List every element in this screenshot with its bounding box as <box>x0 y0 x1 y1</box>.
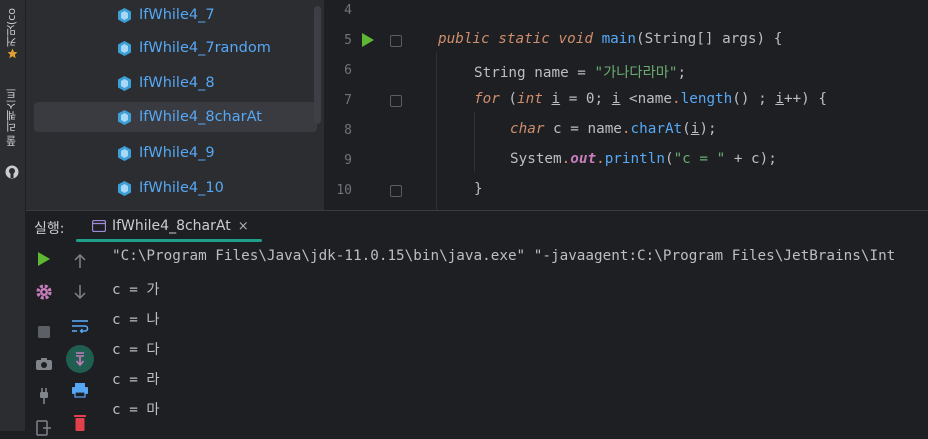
fold-marker-icon[interactable] <box>390 185 402 197</box>
java-class-icon <box>118 145 131 161</box>
github-icon <box>5 164 19 183</box>
scroll-to-end-button[interactable] <box>66 345 94 373</box>
code-line-6: String name = "가나다라마"; <box>474 65 687 81</box>
run-toolbar <box>26 243 100 436</box>
indent-guide <box>436 52 437 210</box>
project-tree: IfWhile4_7 IfWhile4_7random IfWhile4_8 I… <box>26 0 324 210</box>
fold-marker-icon[interactable] <box>390 95 402 107</box>
run-panel-header: 실행: IfWhile4_8charAt × <box>26 210 928 243</box>
tree-item-ifwhile4-7[interactable]: IfWhile4_7 <box>34 0 317 30</box>
console-window-icon <box>92 220 106 232</box>
stop-icon[interactable] <box>33 321 55 343</box>
scroll-to-end-icon <box>75 352 85 367</box>
tree-item-label: IfWhile4_10 <box>139 180 224 196</box>
line-number: 5 <box>344 33 352 48</box>
code-editor[interactable]: 4 5 6 7 8 9 10 public static void main(S… <box>324 0 928 210</box>
star-icon <box>7 44 18 63</box>
java-class-icon <box>118 75 131 91</box>
fold-marker-icon[interactable] <box>390 35 402 47</box>
tree-item-ifwhile4-8[interactable]: IfWhile4_8 <box>34 68 317 98</box>
run-tab-active-indicator <box>76 239 262 242</box>
rerun-icon[interactable] <box>33 248 55 270</box>
run-panel-label: 실행: <box>34 221 65 237</box>
left-tool-strip: 커밋(co 풀 리퀘스트 <box>0 0 26 431</box>
trash-icon[interactable] <box>69 411 91 433</box>
tree-scrollbar[interactable] <box>314 6 321 124</box>
line-number: 6 <box>344 63 352 78</box>
line-number: 8 <box>344 123 352 138</box>
indent-guide <box>474 112 475 172</box>
tree-item-ifwhile4-10[interactable]: IfWhile4_10 <box>34 173 317 203</box>
console-output[interactable]: "C:\Program Files\Java\jdk-11.0.15\bin\j… <box>100 243 928 431</box>
java-class-icon <box>118 109 131 125</box>
tree-item-label: IfWhile4_8charAt <box>139 109 262 125</box>
soft-wrap-icon[interactable] <box>69 315 91 337</box>
tree-item-label: IfWhile4_9 <box>139 145 215 161</box>
commit-tool-label[interactable]: 커밋(co <box>4 8 20 47</box>
print-icon[interactable] <box>69 379 91 401</box>
tree-item-ifwhile4-7random[interactable]: IfWhile4_7random <box>34 33 317 63</box>
code-line-10: } <box>474 181 483 197</box>
code-line-9: System.out.println("c = " + c); <box>510 151 777 167</box>
arrow-up-icon[interactable] <box>69 250 91 272</box>
close-icon[interactable]: × <box>238 219 249 234</box>
code-line-8: char c = name.charAt(i); <box>510 121 717 137</box>
console-line: c = 마 <box>112 402 160 418</box>
tree-item-ifwhile4-9[interactable]: IfWhile4_9 <box>34 138 317 168</box>
gear-icon[interactable] <box>33 281 55 303</box>
line-number: 10 <box>336 183 352 198</box>
console-line: c = 가 <box>112 282 160 298</box>
line-number: 7 <box>344 93 352 108</box>
code-line-5: public static void main(String[] args) { <box>438 31 783 47</box>
run-main-icon[interactable] <box>361 32 375 52</box>
pull-request-tool-label[interactable]: 풀 리퀘스트 <box>4 88 20 147</box>
tree-item-label: IfWhile4_8 <box>139 75 215 91</box>
tree-item-label: IfWhile4_7random <box>139 40 271 56</box>
exit-icon[interactable] <box>33 417 55 439</box>
java-class-icon <box>118 180 131 196</box>
console-line: "C:\Program Files\Java\jdk-11.0.15\bin\j… <box>112 248 896 264</box>
java-class-icon <box>118 40 131 56</box>
java-class-icon <box>118 7 131 23</box>
console-line: c = 나 <box>112 312 160 328</box>
console-line: c = 라 <box>112 372 160 388</box>
run-tab-label: IfWhile4_8charAt <box>112 218 231 234</box>
console-line: c = 다 <box>112 342 160 358</box>
plug-icon[interactable] <box>33 385 55 407</box>
camera-icon[interactable] <box>33 353 55 375</box>
code-line-7: for (int i = 0; i <name.length() ; i++) … <box>474 91 827 107</box>
tree-item-label: IfWhile4_7 <box>139 7 215 23</box>
tree-item-ifwhile4-8charat[interactable]: IfWhile4_8charAt <box>34 102 317 132</box>
run-tab[interactable]: IfWhile4_8charAt × <box>92 211 249 241</box>
line-number: 4 <box>344 3 352 18</box>
line-number: 9 <box>344 153 352 168</box>
arrow-down-icon[interactable] <box>69 281 91 303</box>
